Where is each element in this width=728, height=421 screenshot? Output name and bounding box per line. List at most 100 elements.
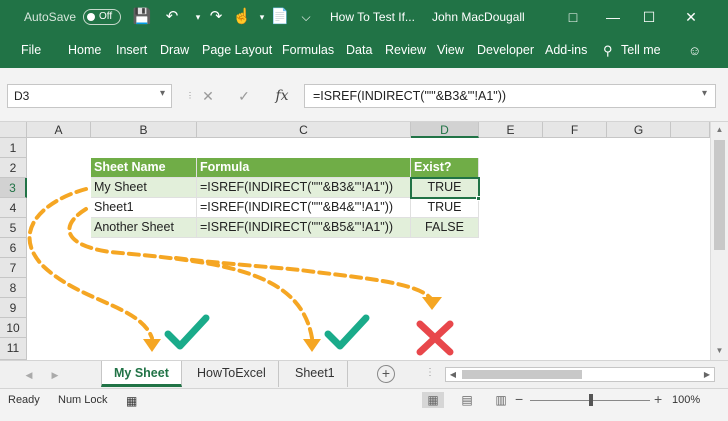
zoom-slider-knob[interactable] [589,394,593,406]
zoom-out-icon[interactable]: − [515,391,523,407]
undo-icon[interactable]: ↶ [162,7,182,27]
column-header-b[interactable]: B [91,122,197,138]
table-header-formula[interactable]: Formula [197,158,411,178]
sheet-tab-my-sheet[interactable]: My Sheet [101,361,182,387]
cell-b5[interactable]: Another Sheet [91,218,197,238]
name-box[interactable]: D3 ▾ [7,84,172,108]
horizontal-scrollbar[interactable]: ◀ ▶ [445,367,715,382]
tab-review[interactable]: Review [385,43,426,57]
tab-formulas[interactable]: Formulas [282,43,334,57]
tab-view[interactable]: View [437,43,464,57]
row-header-2[interactable]: 2 [0,158,27,178]
touch-mode-icon[interactable]: ☝ [232,7,252,27]
toggle-knob [87,13,95,21]
row-header-5[interactable]: 5 [0,218,27,238]
chevron-down-icon[interactable]: ▾ [160,88,165,99]
vertical-scroll-thumb[interactable] [714,140,725,250]
scroll-left-icon[interactable]: ◀ [446,368,460,381]
cell-c4[interactable]: =ISREF(INDIRECT("'"&B4&"'!A1")) [197,198,411,218]
maximize-icon[interactable]: ☐ [638,6,660,28]
fill-handle[interactable] [476,196,481,201]
column-header-g[interactable]: G [607,122,671,138]
zoom-level[interactable]: 100% [672,394,700,406]
row-header-1[interactable]: 1 [0,138,27,158]
page-layout-view-icon[interactable]: ▤ [456,392,478,408]
status-bar: Ready Num Lock ▦ ▦ ▤ ▥ − + 100% [0,388,728,421]
cancel-icon[interactable]: ✕ [198,87,218,105]
column-header-c[interactable]: C [197,122,411,138]
scroll-right-icon[interactable]: ▶ [700,368,714,381]
horizontal-scroll-thumb[interactable] [462,370,582,379]
row-header-6[interactable]: 6 [0,238,27,258]
tell-me-search[interactable]: Tell me [621,43,661,57]
tab-split-handle-icon[interactable]: ⋮ [425,367,435,378]
tab-add-ins[interactable]: Add-ins [545,43,587,57]
page-break-preview-icon[interactable]: ▥ [490,392,512,408]
vertical-scrollbar[interactable]: ▲ ▼ [710,122,728,360]
cell-c3[interactable]: =ISREF(INDIRECT("'"&B3&"'!A1")) [197,178,411,198]
zoom-in-icon[interactable]: + [654,391,662,407]
row-header-11[interactable]: 11 [0,338,27,360]
share-icon[interactable]: ☺ [688,43,701,58]
column-header-d[interactable]: D [411,122,479,138]
cell-b3[interactable]: My Sheet [91,178,197,198]
tab-insert[interactable]: Insert [116,43,147,57]
scroll-up-icon[interactable]: ▲ [711,123,728,137]
column-header-h[interactable] [671,122,710,138]
resize-handle-icon[interactable]: ⋮ [180,87,200,105]
row-header-10[interactable]: 10 [0,318,27,338]
minimize-icon[interactable]: — [602,6,624,28]
undo-dropdown-icon[interactable]: ▾ [188,7,208,27]
ribbon-display-icon[interactable]: □ [562,6,584,28]
insert-function-icon[interactable]: fx [272,87,292,105]
autosave-toggle[interactable]: Off [83,9,121,25]
macro-record-icon[interactable]: ▦ [126,394,137,408]
column-header-f[interactable]: F [543,122,607,138]
tab-developer[interactable]: Developer [477,43,534,57]
title-bar: AutoSave Off 💾 ↶ ▾ ↷ ☝ ▾ 📄 ⌵ How To Test… [0,0,728,34]
save-icon[interactable]: 💾 [132,7,152,27]
cell-b4[interactable]: Sheet1 [91,198,197,218]
customize-toolbar-icon[interactable]: ⌵ [296,7,316,27]
row-header-3[interactable]: 3 [0,178,27,198]
table-header-sheet-name[interactable]: Sheet Name [91,158,197,178]
tab-file[interactable]: File [21,43,41,57]
row-header-8[interactable]: 8 [0,278,27,298]
formula-value: =ISREF(INDIRECT("'"&B3&"'!A1")) [313,89,507,103]
add-sheet-icon[interactable]: + [377,365,395,383]
document-title: How To Test If... [330,10,415,24]
close-icon[interactable]: ✕ [680,6,702,28]
table-header-exist[interactable]: Exist? [411,158,479,178]
row-header-7[interactable]: 7 [0,258,27,278]
redo-icon[interactable]: ↷ [206,7,226,27]
worksheet: A B C D E F G 1 2 3 4 5 6 7 8 9 10 11 Sh… [0,122,728,360]
formula-input[interactable]: =ISREF(INDIRECT("'"&B3&"'!A1")) ▾ [304,84,716,108]
active-cell-selection [410,177,480,199]
tab-data[interactable]: Data [346,43,372,57]
tab-draw[interactable]: Draw [160,43,189,57]
sheet-tab-sheet1[interactable]: Sheet1 [283,361,348,387]
enter-icon[interactable]: ✓ [234,87,254,105]
normal-view-icon[interactable]: ▦ [422,392,444,408]
column-header-a[interactable]: A [27,122,91,138]
user-name[interactable]: John MacDougall [432,10,525,24]
select-all-button[interactable] [0,122,27,138]
tab-home[interactable]: Home [68,43,101,57]
expand-formula-icon[interactable]: ▾ [702,88,707,99]
cell-d4[interactable]: TRUE [411,198,479,218]
new-document-icon[interactable]: 📄 [270,7,290,27]
row-header-4[interactable]: 4 [0,198,27,218]
cell-d5[interactable]: FALSE [411,218,479,238]
tab-scroll-left-icon[interactable]: ◀ [22,367,36,383]
touch-dropdown-icon[interactable]: ▾ [252,7,272,27]
sheet-tab-howtoexcel[interactable]: HowToExcel [185,361,279,387]
column-header-e[interactable]: E [479,122,543,138]
ribbon-tabs: File Home Insert Draw Page Layout Formul… [0,34,728,68]
row-header-9[interactable]: 9 [0,298,27,318]
scroll-down-icon[interactable]: ▼ [711,344,728,358]
tab-page-layout[interactable]: Page Layout [202,43,272,57]
name-box-value: D3 [14,89,30,103]
formula-bar: D3 ▾ ⋮ ✕ ✓ fx =ISREF(INDIRECT("'"&B3&"'!… [0,68,728,122]
tab-scroll-right-icon[interactable]: ▶ [48,367,62,383]
cell-c5[interactable]: =ISREF(INDIRECT("'"&B5&"'!A1")) [197,218,411,238]
